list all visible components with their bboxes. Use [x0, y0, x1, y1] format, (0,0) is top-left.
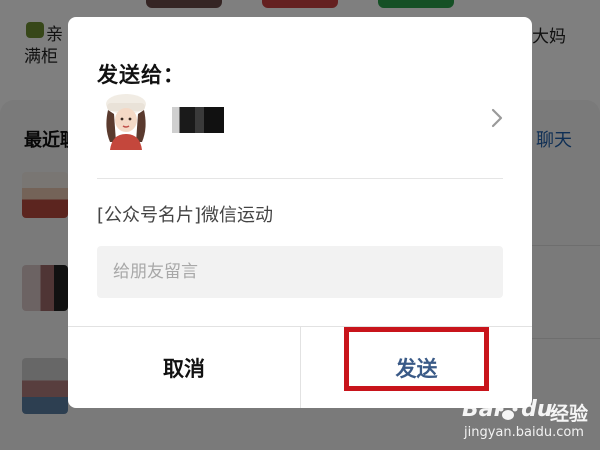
watermark-url: jingyan.baidu.com: [464, 425, 584, 440]
watermark-brand: Bai: [462, 397, 502, 422]
recipient-row[interactable]: [68, 87, 532, 157]
shared-card-title: [公众号名片]微信运动: [97, 205, 274, 226]
paw-icon: [497, 401, 519, 421]
message-input-container[interactable]: [97, 246, 503, 298]
watermark-brand-suffix: du: [521, 397, 553, 422]
chevron-right-icon[interactable]: [490, 107, 504, 129]
cancel-button[interactable]: 取消: [68, 327, 300, 408]
dialog-title: 发送给：: [97, 63, 185, 87]
recipient-name-redacted: [172, 107, 224, 133]
annotation-highlight-box: [344, 327, 489, 391]
dialog-divider: [97, 178, 503, 179]
baidu-watermark: Bai du 经验 jingyan.baidu.com: [462, 397, 596, 447]
user-avatar-icon: [96, 90, 156, 150]
message-input[interactable]: [97, 246, 503, 298]
watermark-brand-cn: 经验: [550, 403, 589, 425]
